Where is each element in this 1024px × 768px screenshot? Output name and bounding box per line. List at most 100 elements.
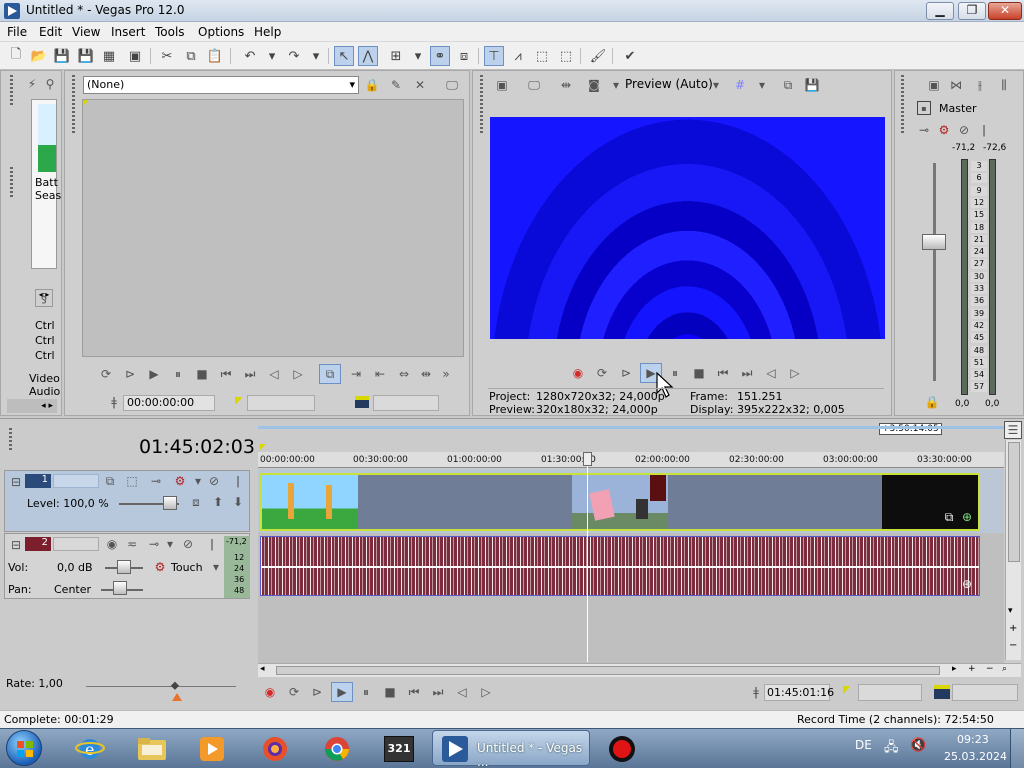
menu-file[interactable]: File	[7, 25, 27, 39]
paste-icon[interactable]: 📋	[205, 46, 225, 66]
audio-event-fx-icon[interactable]: ⊕	[958, 575, 976, 593]
snapping-icon[interactable]: ⊞	[386, 46, 406, 66]
clock-date[interactable]: 25.03.2024	[944, 750, 1007, 763]
taskbar-chrome[interactable]	[315, 732, 359, 766]
online-help-icon[interactable]: ✔	[620, 46, 640, 66]
trim-pause-icon[interactable]: ⏸	[169, 365, 187, 383]
properties-icon[interactable]: ▣	[125, 46, 145, 66]
taskbar-vegas-active[interactable]: Untitled * - Vegas ...	[432, 730, 590, 768]
make-compositing-child-icon[interactable]: ⬚	[123, 472, 141, 490]
record-arm-icon[interactable]: ◉	[103, 535, 121, 553]
menu-options[interactable]: Options	[198, 25, 244, 39]
master-solo-icon[interactable]: ǀ	[975, 121, 993, 139]
selection-length-field[interactable]	[952, 684, 1018, 701]
playhead-handle[interactable]	[583, 452, 592, 466]
play-from-start-icon[interactable]: ⊳	[617, 364, 635, 382]
preview-properties-icon[interactable]: ▣	[493, 76, 511, 94]
trim-fit-icon[interactable]: ⇔	[395, 365, 413, 383]
timeline-vertical-scrollbar[interactable]: ▾ + −	[1005, 440, 1021, 660]
trimmer-in-field[interactable]	[247, 395, 315, 411]
new-file-icon[interactable]: 🗋	[6, 46, 26, 66]
video-track-name[interactable]	[53, 474, 99, 488]
chevron-down-icon[interactable]: ▾	[753, 76, 771, 94]
script-icon[interactable]: §	[35, 289, 53, 307]
lock-envelopes-icon[interactable]: ⧈	[454, 46, 474, 66]
marker-tool-icon[interactable]: ⬚	[532, 46, 552, 66]
zoom-out-horizontal-icon[interactable]: −	[986, 664, 994, 674]
track-collapse-icon[interactable]: ⊟	[7, 473, 25, 491]
track-collapse-icon[interactable]: ⊟	[7, 536, 25, 554]
timeline-pause-icon[interactable]: ⏸	[357, 683, 375, 701]
start-button[interactable]	[6, 730, 42, 766]
trim-add-to-timeline-icon[interactable]: ⧉	[319, 364, 341, 384]
menu-insert[interactable]: Insert	[111, 25, 145, 39]
timeline-go-end-icon[interactable]: ⏭	[429, 683, 447, 701]
mixer-properties-icon[interactable]: ▣	[925, 76, 943, 94]
trimmer-length-field[interactable]	[373, 395, 439, 411]
trim-play-start-icon[interactable]: ⊳	[121, 365, 139, 383]
event-pan-crop-icon[interactable]: ⧉	[940, 508, 958, 526]
trimmer-monitor-icon[interactable]: 🖵	[443, 76, 461, 94]
selection-tool-icon[interactable]: ⬚	[556, 46, 576, 66]
playhead[interactable]	[587, 452, 588, 662]
preview-video-frame[interactable]	[490, 117, 885, 339]
trim-play-icon[interactable]: ▶	[145, 365, 163, 383]
trimmer-display[interactable]	[82, 99, 464, 357]
split-screen-icon[interactable]: ⇹	[557, 76, 575, 94]
next-frame-icon[interactable]: ▷	[786, 364, 804, 382]
lightning-icon[interactable]: ⚡	[23, 75, 41, 93]
go-to-start-icon[interactable]: ⏮	[714, 364, 732, 382]
rate-slider-handle[interactable]: ⬥	[166, 676, 184, 694]
timeline-next-frame-icon[interactable]: ▷	[477, 683, 495, 701]
save-as-icon[interactable]: 💾	[76, 46, 96, 66]
mixer-mono-icon[interactable]: ⫼	[995, 76, 1013, 94]
chevron-down-icon[interactable]: ▾	[207, 558, 225, 576]
master-fx-icon[interactable]: ▪	[917, 101, 931, 115]
trim-end-icon[interactable]: ⏭	[241, 365, 259, 383]
envelope-tool-icon[interactable]: ⋀	[358, 46, 378, 66]
taskbar-firefox[interactable]	[253, 732, 297, 766]
trimmer-source-select[interactable]: (None) ▾	[83, 76, 359, 94]
enable-snapping-icon[interactable]: ⊤	[484, 46, 504, 66]
maximize-button[interactable]: ❐	[958, 2, 986, 20]
trim-stop-icon[interactable]: ■	[193, 365, 211, 383]
language-indicator[interactable]: DE	[855, 738, 872, 752]
mute-icon[interactable]: ⊘	[179, 535, 197, 553]
solo-icon[interactable]: ǀ	[203, 535, 221, 553]
render-icon[interactable]: ▦	[99, 46, 119, 66]
chevron-down-icon[interactable]: ▾	[707, 76, 725, 94]
undo-icon[interactable]: ↶	[240, 46, 260, 66]
trim-overwrite-icon[interactable]: ⇤	[371, 365, 389, 383]
preview-quality-select[interactable]: Preview (Auto)	[625, 77, 713, 91]
event-fx-icon[interactable]: ⊕	[958, 508, 976, 526]
timeline-timecode[interactable]: 01:45:02:03	[139, 436, 255, 458]
master-fader-handle[interactable]	[922, 234, 946, 250]
timeline-go-start-icon[interactable]: ⏮	[405, 683, 423, 701]
taskbar-media-player[interactable]	[190, 732, 234, 766]
normal-edit-tool-icon[interactable]: ↖	[334, 46, 354, 66]
selection-start-field[interactable]	[858, 684, 922, 701]
vegas-app-icon[interactable]	[4, 3, 20, 19]
timeline-horizontal-scrollbar[interactable]: ◂ ▸ + − ⌕	[258, 663, 1021, 677]
minimize-button[interactable]: ▁	[926, 2, 954, 20]
horizontal-scroll-thumb[interactable]	[276, 666, 940, 675]
cut-icon[interactable]: ✂	[157, 46, 177, 66]
expand-down-icon[interactable]: ⬇	[229, 493, 247, 511]
track-motion-icon[interactable]: ⊸	[147, 472, 165, 490]
zoom-in-vertical-icon[interactable]: +	[1009, 623, 1017, 634]
timeline-play-start-icon[interactable]: ⊳	[308, 683, 326, 701]
timeline-menu-icon[interactable]: ☰	[1004, 421, 1022, 439]
trimmer-lock-icon[interactable]: 🔒	[363, 76, 381, 94]
timeline-record-icon[interactable]: ◉	[261, 683, 279, 701]
auto-crossfade-icon[interactable]: ⩘	[508, 46, 528, 66]
trimmer-time-field[interactable]: 00:00:00:00	[123, 395, 215, 411]
zoom-in-horizontal-icon[interactable]: +	[968, 664, 976, 674]
trim-next-frame-icon[interactable]: ▷	[289, 365, 307, 383]
audio-track-header[interactable]: ⊟ 2 ◉ ≂ ⊸ ▾ ⊘ ǀ -71,2 12 24 36 48 Vol: 0…	[4, 533, 250, 599]
pan-slider-handle[interactable]	[113, 581, 127, 595]
automation-gear-icon[interactable]: ⚙	[151, 558, 169, 576]
external-monitor-icon[interactable]: 🖵	[525, 76, 543, 94]
mixer-downmix-icon[interactable]: ⋈	[947, 76, 965, 94]
video-fx-icon[interactable]: ◙	[585, 76, 603, 94]
clock-time[interactable]: 09:23	[957, 733, 989, 746]
